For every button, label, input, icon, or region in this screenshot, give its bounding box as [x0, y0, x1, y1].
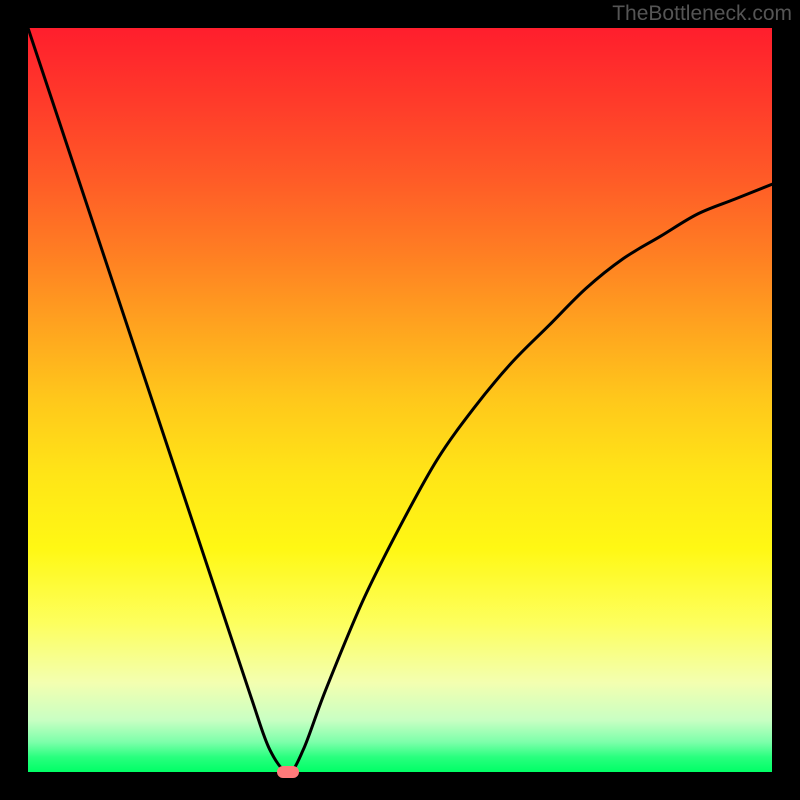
watermark-text: TheBottleneck.com	[612, 2, 792, 26]
optimum-marker	[277, 766, 299, 778]
curve-svg	[28, 28, 772, 772]
chart-frame: TheBottleneck.com	[0, 0, 800, 800]
plot-area	[28, 28, 772, 772]
bottleneck-curve	[28, 28, 772, 772]
